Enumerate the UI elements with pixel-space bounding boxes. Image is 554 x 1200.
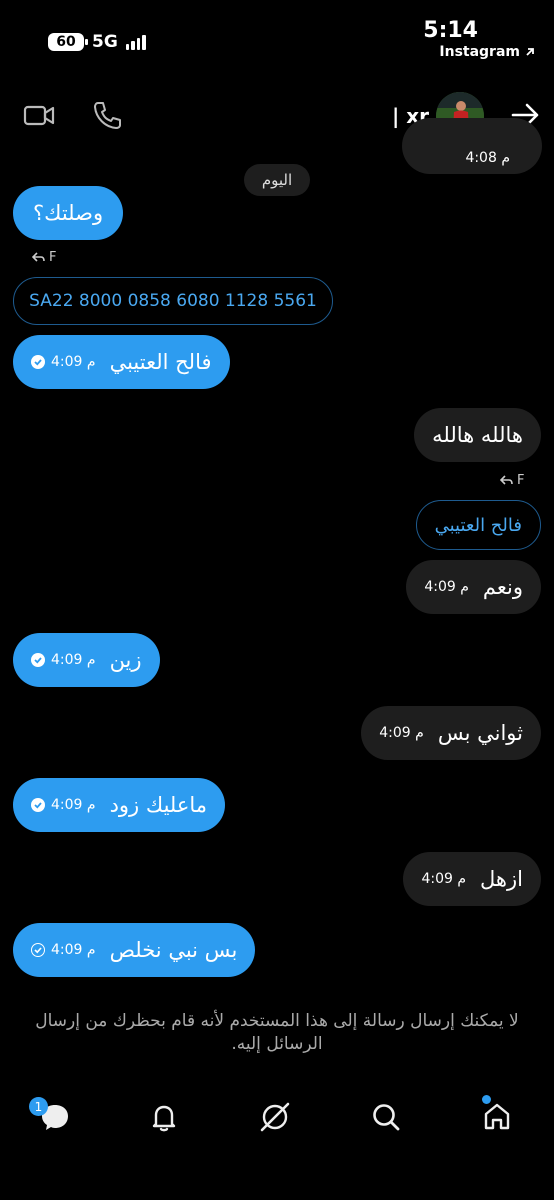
message-text: SA22 8000 0858 6080 1128 5561	[29, 291, 317, 311]
message-bubble[interactable]: ازهل 4:09 م	[403, 852, 541, 906]
search-icon	[373, 1104, 400, 1131]
message-bubble[interactable]: ونعم 4:09 م	[406, 560, 541, 614]
message-time: 4:08 م	[465, 150, 510, 166]
read-check-icon	[31, 653, 45, 667]
explore-tab[interactable]	[252, 1094, 298, 1140]
arrow-up-right-icon	[526, 48, 534, 56]
video-icon[interactable]	[22, 98, 56, 132]
message-bubble[interactable]: ثواني بس 4:09 م	[361, 706, 541, 760]
message-bubble[interactable]: فالح العتيبي 4:09 م	[13, 335, 230, 389]
message-text: ثواني بس	[437, 721, 523, 745]
message-bubble-partial[interactable]: 4:08 م	[402, 118, 542, 174]
explore-icon	[260, 1102, 290, 1132]
message-time: 4:09 م	[379, 725, 424, 741]
unread-badge: 1	[29, 1097, 48, 1116]
reply-icon	[500, 475, 513, 485]
reply-icon	[32, 252, 45, 262]
message-text: هالله هالله	[432, 423, 523, 447]
message-text: فالح العتيبي	[434, 514, 522, 536]
signal-icon	[125, 34, 146, 50]
message-bubble[interactable]: زين 4:09 م	[13, 633, 160, 687]
read-check-icon	[31, 355, 45, 369]
status-bar-left: 60 5G	[48, 32, 146, 52]
notifications-icon	[152, 1105, 176, 1132]
battery-icon: 60	[48, 33, 88, 51]
message-text: بس نبي نخلص	[109, 938, 238, 962]
message-bubble[interactable]: وصلتك؟	[13, 186, 124, 240]
message-time: 4:09 م	[31, 942, 96, 958]
message-text: زين	[109, 648, 142, 672]
read-check-icon	[31, 798, 45, 812]
message-bubble[interactable]: ماعليك زود 4:09 م	[13, 778, 226, 832]
reply-indicator: F	[500, 473, 524, 488]
message-time: 4:09 م	[424, 579, 469, 595]
message-text: فالح العتيبي	[109, 350, 212, 374]
back-to-app-link[interactable]: Instagram	[439, 44, 536, 60]
message-text: ونعم	[482, 575, 523, 599]
date-divider: اليوم	[244, 164, 310, 196]
quoted-message[interactable]: SA22 8000 0858 6080 1128 5561	[13, 277, 333, 325]
network-label: 5G	[92, 32, 118, 52]
back-app-label: Instagram	[439, 44, 520, 60]
message-text: ازهل	[480, 867, 523, 891]
notifications-tab[interactable]	[141, 1094, 187, 1140]
phone-icon[interactable]	[90, 98, 124, 132]
message-time: 4:09 م	[31, 354, 96, 370]
message-time: 4:09 م	[31, 652, 96, 668]
message-time: 4:09 م	[421, 871, 467, 887]
message-text: وصلتك؟	[33, 201, 104, 225]
reply-indicator: F	[32, 250, 56, 265]
quoted-message[interactable]: فالح العتيبي	[415, 500, 541, 550]
message-bubble[interactable]: بس نبي نخلص 4:09 م	[13, 923, 256, 977]
sent-check-icon	[31, 943, 45, 957]
home-tab[interactable]	[474, 1094, 520, 1140]
home-icon	[484, 1103, 510, 1130]
home-indicator-dot	[482, 1095, 491, 1104]
message-time: 4:09 م	[31, 797, 96, 813]
blocked-notice: لا يمكنك إرسال رسالة إلى هذا المستخدم لأ…	[35, 1011, 519, 1054]
search-tab[interactable]	[363, 1094, 409, 1140]
clock: 5:14	[423, 18, 478, 43]
message-text: ماعليك زود	[109, 793, 208, 817]
message-bubble[interactable]: هالله هالله	[414, 408, 541, 462]
